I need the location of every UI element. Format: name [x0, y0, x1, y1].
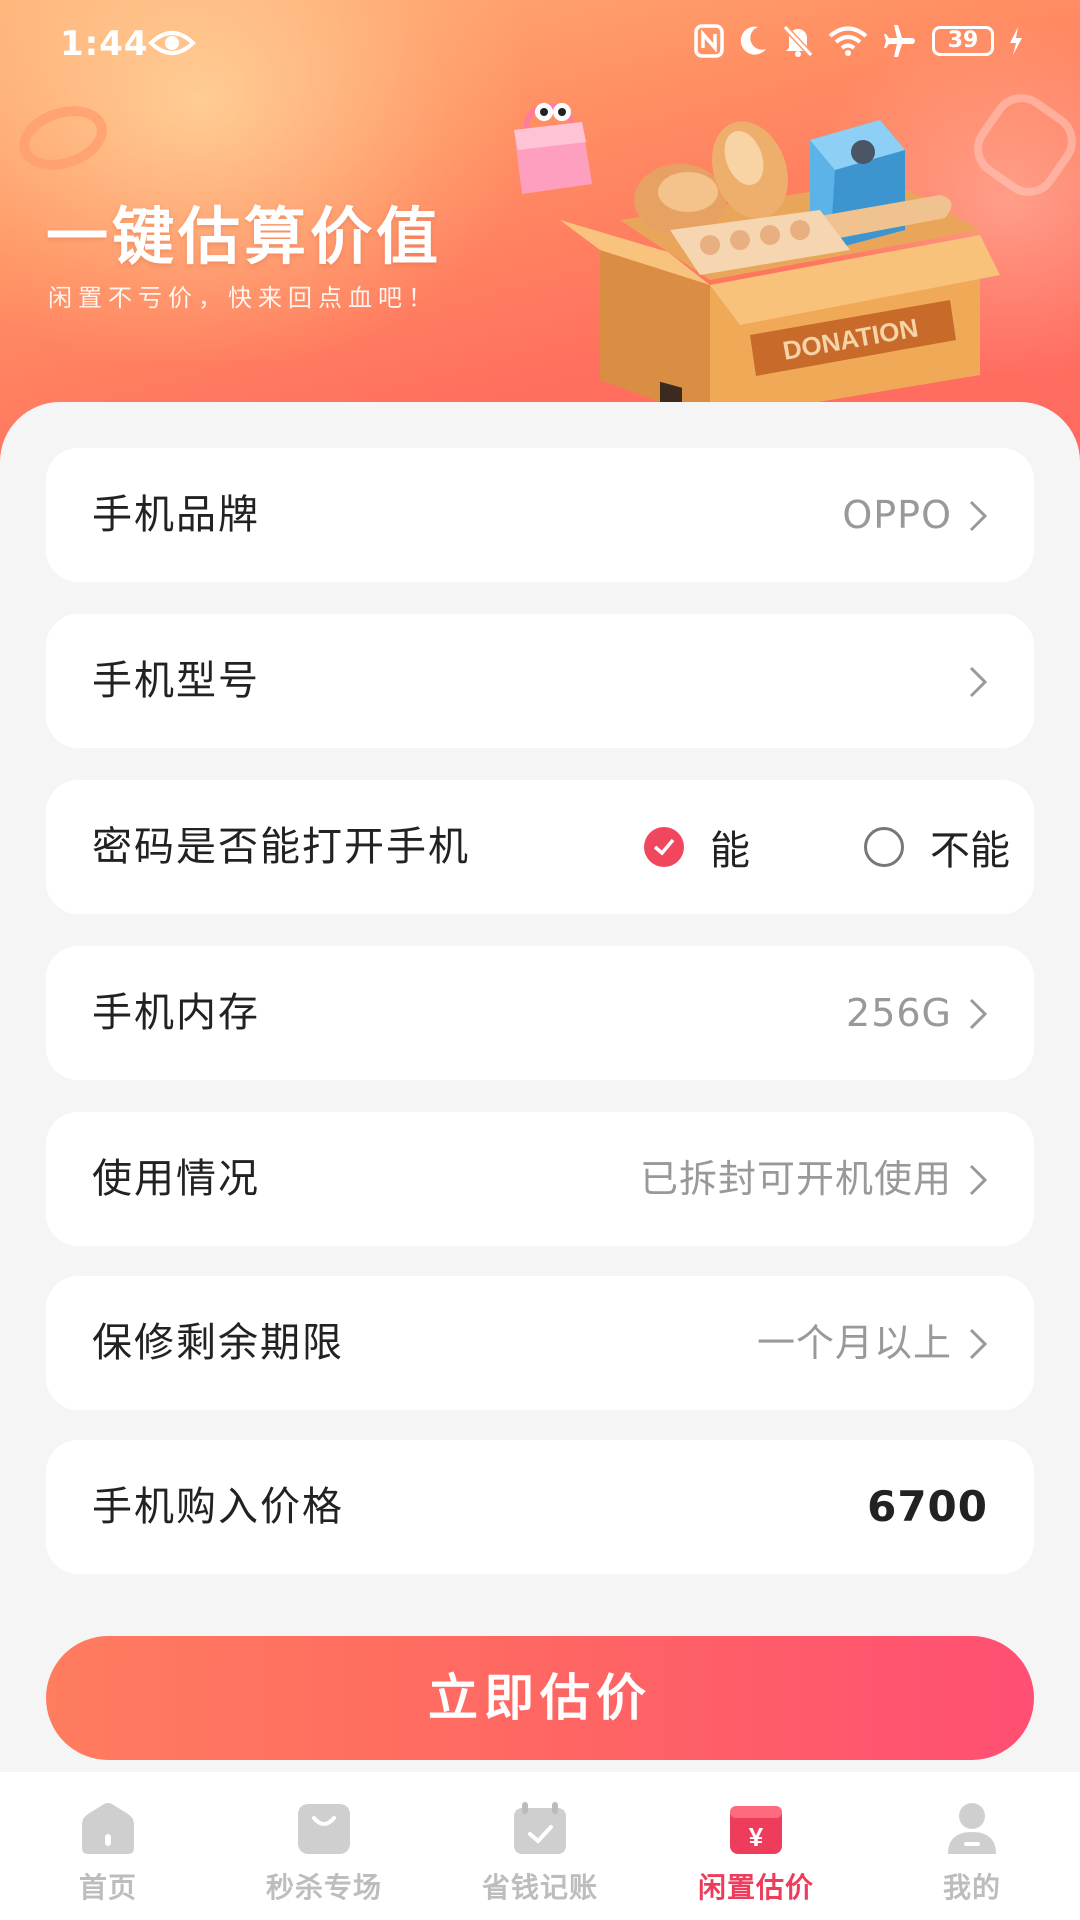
status-bar: 1:44 39 — [0, 0, 1080, 88]
price-label: 手机购入价格 — [92, 1484, 344, 1530]
chevron-right-icon — [969, 666, 988, 698]
hero-subtitle: 闲置不亏价，快来回点血吧！ — [48, 284, 438, 312]
tab-home-label: 首页 — [78, 1871, 137, 1904]
tab-idle-valuation[interactable]: ¥ 闲置估价 — [648, 1772, 864, 1920]
chevron-right-icon — [969, 1328, 988, 1360]
radio-yes[interactable]: 能 — [644, 780, 750, 914]
warranty-row[interactable]: 保修剩余期限 一个月以上 — [46, 1276, 1034, 1410]
chevron-right-icon — [969, 500, 988, 532]
nfc-icon — [694, 24, 724, 58]
tab-profile-label: 我的 — [942, 1871, 1001, 1904]
condition-value: 已拆封可开机使用 — [639, 1157, 952, 1201]
tab-bookkeeping-label: 省钱记账 — [481, 1871, 598, 1904]
model-label: 手机型号 — [92, 658, 260, 704]
tab-bookkeeping[interactable]: 省钱记账 — [432, 1772, 648, 1920]
shopping-bag-icon — [298, 1804, 350, 1854]
home-icon — [82, 1803, 134, 1854]
user-icon — [948, 1803, 996, 1854]
password-label: 密码是否能打开手机 — [92, 824, 470, 870]
wifi-icon — [828, 26, 868, 56]
tab-home[interactable]: 首页 — [0, 1772, 216, 1920]
storage-value: 256G — [846, 991, 952, 1035]
battery-indicator: 39 — [932, 26, 994, 56]
bottom-tab-bar: 首页 秒杀专场 省钱记账 ¥ 闲置估价 我的 — [0, 1772, 1080, 1920]
password-row: 密码是否能打开手机 能 不能 — [46, 780, 1034, 914]
calendar-check-icon — [514, 1802, 566, 1854]
condition-row[interactable]: 使用情况 已拆封可开机使用 — [46, 1112, 1034, 1246]
donation-box-illustration: DONATION — [560, 120, 1000, 420]
estimate-button[interactable]: 立即估价 — [46, 1636, 1034, 1760]
price-row[interactable]: 手机购入价格 6700 — [46, 1440, 1034, 1574]
warranty-label: 保修剩余期限 — [92, 1320, 344, 1366]
model-row[interactable]: 手机型号 — [46, 614, 1034, 748]
brand-value: OPPO — [842, 493, 952, 537]
chevron-right-icon — [969, 1164, 988, 1196]
eye-icon — [148, 31, 196, 55]
unchecked-radio-icon — [864, 827, 904, 867]
condition-label: 使用情况 — [92, 1156, 260, 1202]
tab-idle-valuation-label: 闲置估价 — [697, 1871, 814, 1904]
tab-flash-sale[interactable]: 秒杀专场 — [216, 1772, 432, 1920]
brand-row[interactable]: 手机品牌 OPPO — [46, 448, 1034, 582]
charging-icon — [1010, 27, 1022, 55]
radio-yes-label: 能 — [710, 828, 750, 874]
tab-flash-sale-label: 秒杀专场 — [265, 1871, 382, 1904]
warranty-value: 一个月以上 — [756, 1321, 952, 1365]
status-icons: 39 — [694, 24, 1024, 58]
checked-radio-icon — [644, 827, 684, 867]
screen: 1:44 39 一键估算价值 闲置不亏价，快来回点血吧！ DONATION 手机… — [0, 0, 1080, 1920]
mute-bell-icon — [782, 24, 814, 58]
storage-row[interactable]: 手机内存 256G — [46, 946, 1034, 1080]
password-radio-group: 能 不能 — [602, 780, 1022, 914]
hero-title: 一键估算价值 — [46, 200, 443, 273]
storage-label: 手机内存 — [92, 990, 260, 1036]
radio-no-label: 不能 — [930, 828, 1010, 874]
hero-banner: 1:44 39 一键估算价值 闲置不亏价，快来回点血吧！ DONATION — [0, 0, 1080, 470]
radio-no[interactable]: 不能 — [864, 780, 1010, 914]
status-time: 1:44 — [60, 24, 149, 64]
brand-label: 手机品牌 — [92, 492, 260, 538]
moon-icon — [740, 26, 766, 55]
svg-text:¥: ¥ — [749, 1822, 764, 1852]
price-input[interactable]: 6700 — [867, 1440, 988, 1574]
yuan-box-icon: ¥ — [730, 1806, 782, 1854]
chevron-right-icon — [969, 998, 988, 1030]
tab-profile[interactable]: 我的 — [864, 1772, 1080, 1920]
airplane-icon — [884, 25, 915, 57]
